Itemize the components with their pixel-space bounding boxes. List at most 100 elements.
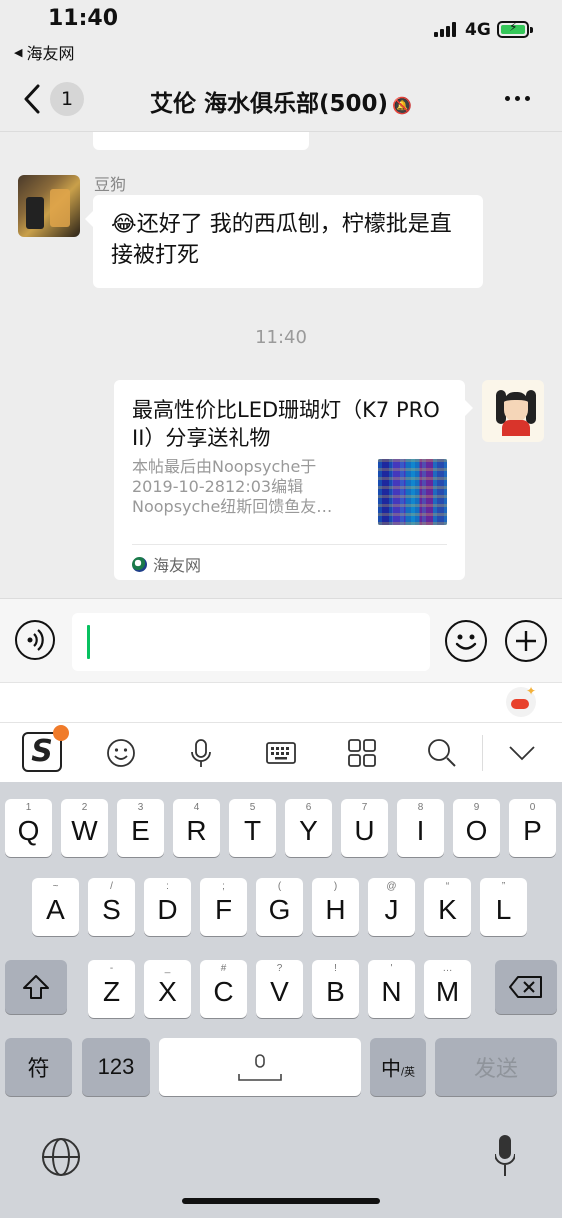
key-i[interactable]: 8I: [397, 799, 444, 857]
smile-icon: [455, 634, 477, 650]
key-label: I: [416, 815, 425, 846]
key-s[interactable]: / S: [88, 878, 135, 936]
key-label: Q: [17, 815, 40, 846]
key-m[interactable]: … M: [424, 960, 471, 1018]
delete-key[interactable]: [495, 960, 557, 1014]
key-h[interactable]: ) H: [312, 878, 359, 936]
key-k[interactable]: “K: [424, 878, 471, 936]
dictation-mic-icon[interactable]: [495, 1134, 515, 1178]
card-source: 海友网: [132, 552, 201, 576]
key-label: J: [384, 894, 399, 925]
key-b[interactable]: ! B: [312, 960, 359, 1018]
key-j[interactable]: @ J: [368, 878, 415, 936]
language-switch-key[interactable]: 中/英: [370, 1038, 426, 1096]
key-l[interactable]: ” L: [480, 878, 527, 936]
more-options-icon[interactable]: [505, 96, 530, 101]
space-key[interactable]: [159, 1038, 361, 1096]
voice-input-button[interactable]: [15, 620, 55, 660]
key-secondary-label: (: [277, 881, 282, 892]
key-secondary-label: !: [334, 963, 337, 974]
number-key[interactable]: 123: [82, 1038, 150, 1096]
globe-icon[interactable]: [42, 1138, 80, 1176]
ime-toolbar: S: [0, 722, 562, 782]
key-label: G: [268, 894, 291, 925]
key-c[interactable]: # C: [200, 960, 247, 1018]
key-secondary-label: 2: [81, 802, 88, 813]
microphone-icon[interactable]: [185, 737, 217, 769]
key-secondary-label: /: [110, 881, 113, 892]
key-a[interactable]: ~ A: [32, 878, 79, 936]
key-o[interactable]: 9O: [453, 799, 500, 857]
status-time: 11:40: [48, 6, 119, 31]
battery-icon: [497, 20, 533, 38]
shift-icon: [23, 975, 49, 999]
key-label: V: [270, 976, 289, 1007]
key-secondary-label: ~: [52, 881, 59, 892]
link-card-message[interactable]: 最高性价比LED珊瑚灯（K7 PRO II）分享送礼物 本帖最后由Noopsyc…: [114, 380, 473, 580]
key-secondary-label: -: [109, 963, 114, 974]
message-input[interactable]: [72, 613, 430, 671]
key-label: L: [495, 894, 512, 925]
key-secondary-label: “: [445, 881, 450, 892]
key-label: U: [354, 815, 375, 846]
key-f[interactable]: ; F: [200, 878, 247, 936]
search-icon[interactable]: [426, 737, 458, 769]
send-key-label: 发送: [473, 1056, 518, 1081]
card-source-name: 海友网: [153, 556, 202, 575]
key-r[interactable]: 4R: [173, 799, 220, 857]
key-secondary-label: ': [390, 963, 393, 974]
card-divider: [132, 544, 447, 545]
key-label: Z: [102, 976, 121, 1007]
key-x[interactable]: _ X: [144, 960, 191, 1018]
key-u[interactable]: 7U: [341, 799, 388, 857]
key-secondary-label: #: [220, 963, 227, 974]
key-v[interactable]: ? V: [256, 960, 303, 1018]
key-label: C: [213, 976, 234, 1007]
key-secondary-label: ”: [501, 881, 506, 892]
card-description: 本帖最后由Noopsyche于 2019-10-2812:03编辑 Noopsy…: [132, 457, 362, 521]
collapse-keyboard-icon[interactable]: [506, 737, 538, 769]
key-label: O: [465, 815, 488, 846]
key-secondary-label: 0: [529, 802, 536, 813]
key-w[interactable]: 2W: [61, 799, 108, 857]
chat-title-text: 艾伦 海水俱乐部(500): [150, 91, 389, 117]
back-to-app-link[interactable]: ◀ 海友网: [14, 40, 74, 64]
key-label: Y: [299, 815, 318, 846]
key-secondary-label: 3: [137, 802, 144, 813]
avatar[interactable]: [18, 175, 80, 237]
emoji-face-icon[interactable]: [105, 737, 137, 769]
key-label: P: [523, 815, 542, 846]
sogou-logo-icon[interactable]: S: [22, 725, 69, 772]
key-secondary-label: 4: [193, 802, 200, 813]
home-indicator[interactable]: [182, 1198, 380, 1204]
key-label: N: [381, 976, 402, 1007]
key-q[interactable]: 1Q: [5, 799, 52, 857]
apps-grid-icon[interactable]: [346, 737, 378, 769]
laugh-cry-emoji-icon: 😂: [111, 212, 137, 237]
avatar[interactable]: [482, 380, 544, 442]
emoji-button[interactable]: [445, 620, 487, 662]
key-t[interactable]: 5T: [229, 799, 276, 857]
ime-skin-icon[interactable]: [506, 684, 536, 717]
back-app-label: 海友网: [26, 44, 75, 63]
card-title: 最高性价比LED珊瑚灯（K7 PRO II）分享送礼物: [132, 398, 440, 450]
key-label: H: [325, 894, 346, 925]
key-secondary-label: :: [166, 881, 169, 892]
key-p[interactable]: 0P: [509, 799, 556, 857]
key-e[interactable]: 3E: [117, 799, 164, 857]
symbol-key[interactable]: 符: [5, 1038, 72, 1096]
send-key[interactable]: 发送: [435, 1038, 557, 1096]
keyboard-icon[interactable]: [265, 737, 297, 769]
key-d[interactable]: :D: [144, 878, 191, 936]
toolbar-divider: [482, 735, 483, 771]
message-bubble[interactable]: 😂还好了 我的西瓜刨，柠檬批是直接被打死: [85, 195, 483, 288]
card-thumbnail: [378, 459, 447, 525]
key-z[interactable]: -Z: [88, 960, 135, 1018]
shift-key[interactable]: [5, 960, 67, 1014]
more-actions-button[interactable]: [505, 620, 547, 662]
key-secondary-label: 1: [25, 802, 32, 813]
key-n[interactable]: ' N: [368, 960, 415, 1018]
key-y[interactable]: 6Y: [285, 799, 332, 857]
previous-message-bubble: [93, 132, 309, 150]
key-g[interactable]: (G: [256, 878, 303, 936]
